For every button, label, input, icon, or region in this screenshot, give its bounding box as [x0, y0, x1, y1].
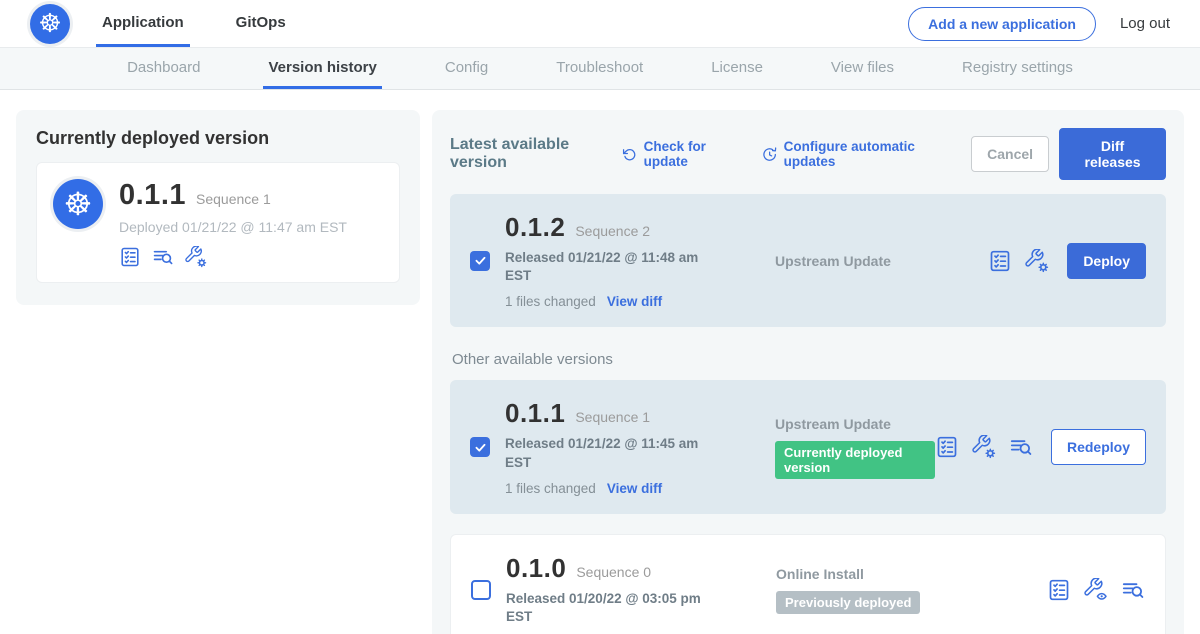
top-nav-spacer	[332, 0, 908, 47]
version-row-011: 0.1.1 Sequence 1 Released 01/21/22 @ 11:…	[450, 380, 1166, 513]
preflight-checks-icon[interactable]	[119, 246, 141, 268]
sequence-label: Sequence 0	[576, 564, 651, 580]
kubernetes-logo-icon: ☸	[30, 4, 70, 44]
previously-deployed-badge: Previously deployed	[776, 591, 920, 614]
source-label: Online Install	[776, 566, 864, 582]
deployed-timestamp: Deployed 01/21/22 @ 11:47 am EST	[119, 219, 347, 235]
currently-deployed-panel: Currently deployed version ☸ 0.1.1 Seque…	[16, 110, 420, 305]
deploy-logs-icon[interactable]	[152, 246, 174, 268]
configure-automatic-updates-link[interactable]: Configure automatic updates	[762, 139, 951, 169]
tab-gitops-label: GitOps	[236, 14, 286, 31]
deploy-logs-icon[interactable]	[1009, 435, 1033, 459]
sequence-label: Sequence 2	[575, 223, 650, 239]
version-info: 0.1.0 Sequence 0 Released 01/20/22 @ 03:…	[506, 553, 718, 626]
diff-releases-button[interactable]: Diff releases	[1059, 128, 1166, 180]
tab-gitops[interactable]: GitOps	[230, 0, 292, 47]
deployed-version-number: 0.1.1	[119, 179, 186, 212]
subtab-troubleshoot[interactable]: Troubleshoot	[551, 48, 648, 89]
version-source: Upstream Update	[717, 253, 988, 269]
view-config-icon[interactable]	[1084, 578, 1108, 602]
subtab-dashboard[interactable]: Dashboard	[122, 48, 205, 89]
logout-link[interactable]: Log out	[1120, 15, 1170, 32]
latest-available-title: Latest available version	[450, 136, 612, 172]
released-timestamp: Released 01/20/22 @ 03:05 pm EST	[506, 590, 702, 626]
currently-deployed-badge: Currently deployed version	[775, 441, 935, 479]
source-label: Upstream Update	[775, 416, 891, 432]
edit-config-icon[interactable]	[1025, 249, 1049, 273]
preflight-checks-icon[interactable]	[988, 249, 1012, 273]
version-row-012: 0.1.2 Sequence 2 Released 01/21/22 @ 11:…	[450, 194, 1166, 327]
version-info: 0.1.2 Sequence 2 Released 01/21/22 @ 11:…	[505, 212, 717, 309]
edit-config-icon[interactable]	[972, 435, 996, 459]
app-logo: ☸	[30, 0, 70, 47]
deployed-sequence-label: Sequence 1	[196, 191, 271, 207]
deploy-logs-icon[interactable]	[1121, 578, 1145, 602]
subtab-version-history[interactable]: Version history	[263, 48, 381, 89]
version-checkbox-unchecked[interactable]	[471, 580, 491, 600]
tab-application[interactable]: Application	[96, 0, 190, 47]
files-changed-label: 1 files changed	[505, 294, 596, 309]
deploy-button[interactable]: Deploy	[1067, 243, 1146, 279]
subtab-license[interactable]: License	[706, 48, 768, 89]
check-update-icon	[622, 146, 637, 163]
cancel-button[interactable]: Cancel	[971, 136, 1049, 172]
version-source: Upstream Update Currently deployed versi…	[717, 416, 935, 479]
check-for-update-link[interactable]: Check for update	[622, 139, 742, 169]
deployed-version-card: ☸ 0.1.1 Sequence 1 Deployed 01/21/22 @ 1…	[36, 162, 400, 283]
version-number: 0.1.1	[505, 398, 565, 429]
subtab-view-files[interactable]: View files	[826, 48, 899, 89]
admin-console: ☸ Application GitOps Add a new applicati…	[0, 0, 1200, 634]
version-actions: Redeploy	[935, 429, 1146, 465]
redeploy-button[interactable]: Redeploy	[1051, 429, 1146, 465]
version-number: 0.1.0	[506, 553, 566, 584]
preflight-checks-icon[interactable]	[935, 435, 959, 459]
add-new-application-button[interactable]: Add a new application	[908, 7, 1096, 41]
version-info: 0.1.1 Sequence 1 Released 01/21/22 @ 11:…	[505, 398, 717, 495]
edit-config-icon[interactable]	[185, 246, 207, 268]
main-content: Currently deployed version ☸ 0.1.1 Seque…	[0, 90, 1200, 634]
released-timestamp: Released 01/21/22 @ 11:48 am EST	[505, 249, 701, 285]
sequence-label: Sequence 1	[575, 409, 650, 425]
version-source: Online Install Previously deployed	[718, 566, 1047, 614]
currently-deployed-title: Currently deployed version	[36, 128, 400, 149]
preflight-checks-icon[interactable]	[1047, 578, 1071, 602]
source-label: Upstream Update	[775, 253, 891, 269]
files-changed-label: 1 files changed	[505, 481, 596, 496]
view-diff-link[interactable]: View diff	[607, 294, 662, 309]
version-number: 0.1.2	[505, 212, 565, 243]
released-timestamp: Released 01/21/22 @ 11:45 am EST	[505, 435, 701, 471]
auto-update-icon	[762, 146, 777, 163]
version-row-010: 0.1.0 Sequence 0 Released 01/20/22 @ 03:…	[450, 534, 1166, 634]
subtab-registry-settings[interactable]: Registry settings	[957, 48, 1078, 89]
version-actions: Deploy	[988, 243, 1146, 279]
latest-version-header: Latest available version Check for updat…	[450, 128, 1166, 180]
version-history-panel: Latest available version Check for updat…	[432, 110, 1184, 634]
version-actions	[1047, 578, 1145, 602]
app-sub-nav: Dashboard Version history Config Trouble…	[0, 48, 1200, 90]
view-diff-link[interactable]: View diff	[607, 481, 662, 496]
subtab-config[interactable]: Config	[440, 48, 493, 89]
version-checkbox-checked[interactable]	[470, 437, 490, 457]
top-nav: ☸ Application GitOps Add a new applicati…	[0, 0, 1200, 48]
kubernetes-logo-icon: ☸	[53, 179, 103, 229]
version-checkbox-checked[interactable]	[470, 251, 490, 271]
deployed-actions	[119, 246, 347, 268]
other-versions-title: Other available versions	[452, 351, 1166, 368]
deployed-version-info: 0.1.1 Sequence 1 Deployed 01/21/22 @ 11:…	[119, 179, 347, 268]
tab-application-label: Application	[102, 14, 184, 31]
